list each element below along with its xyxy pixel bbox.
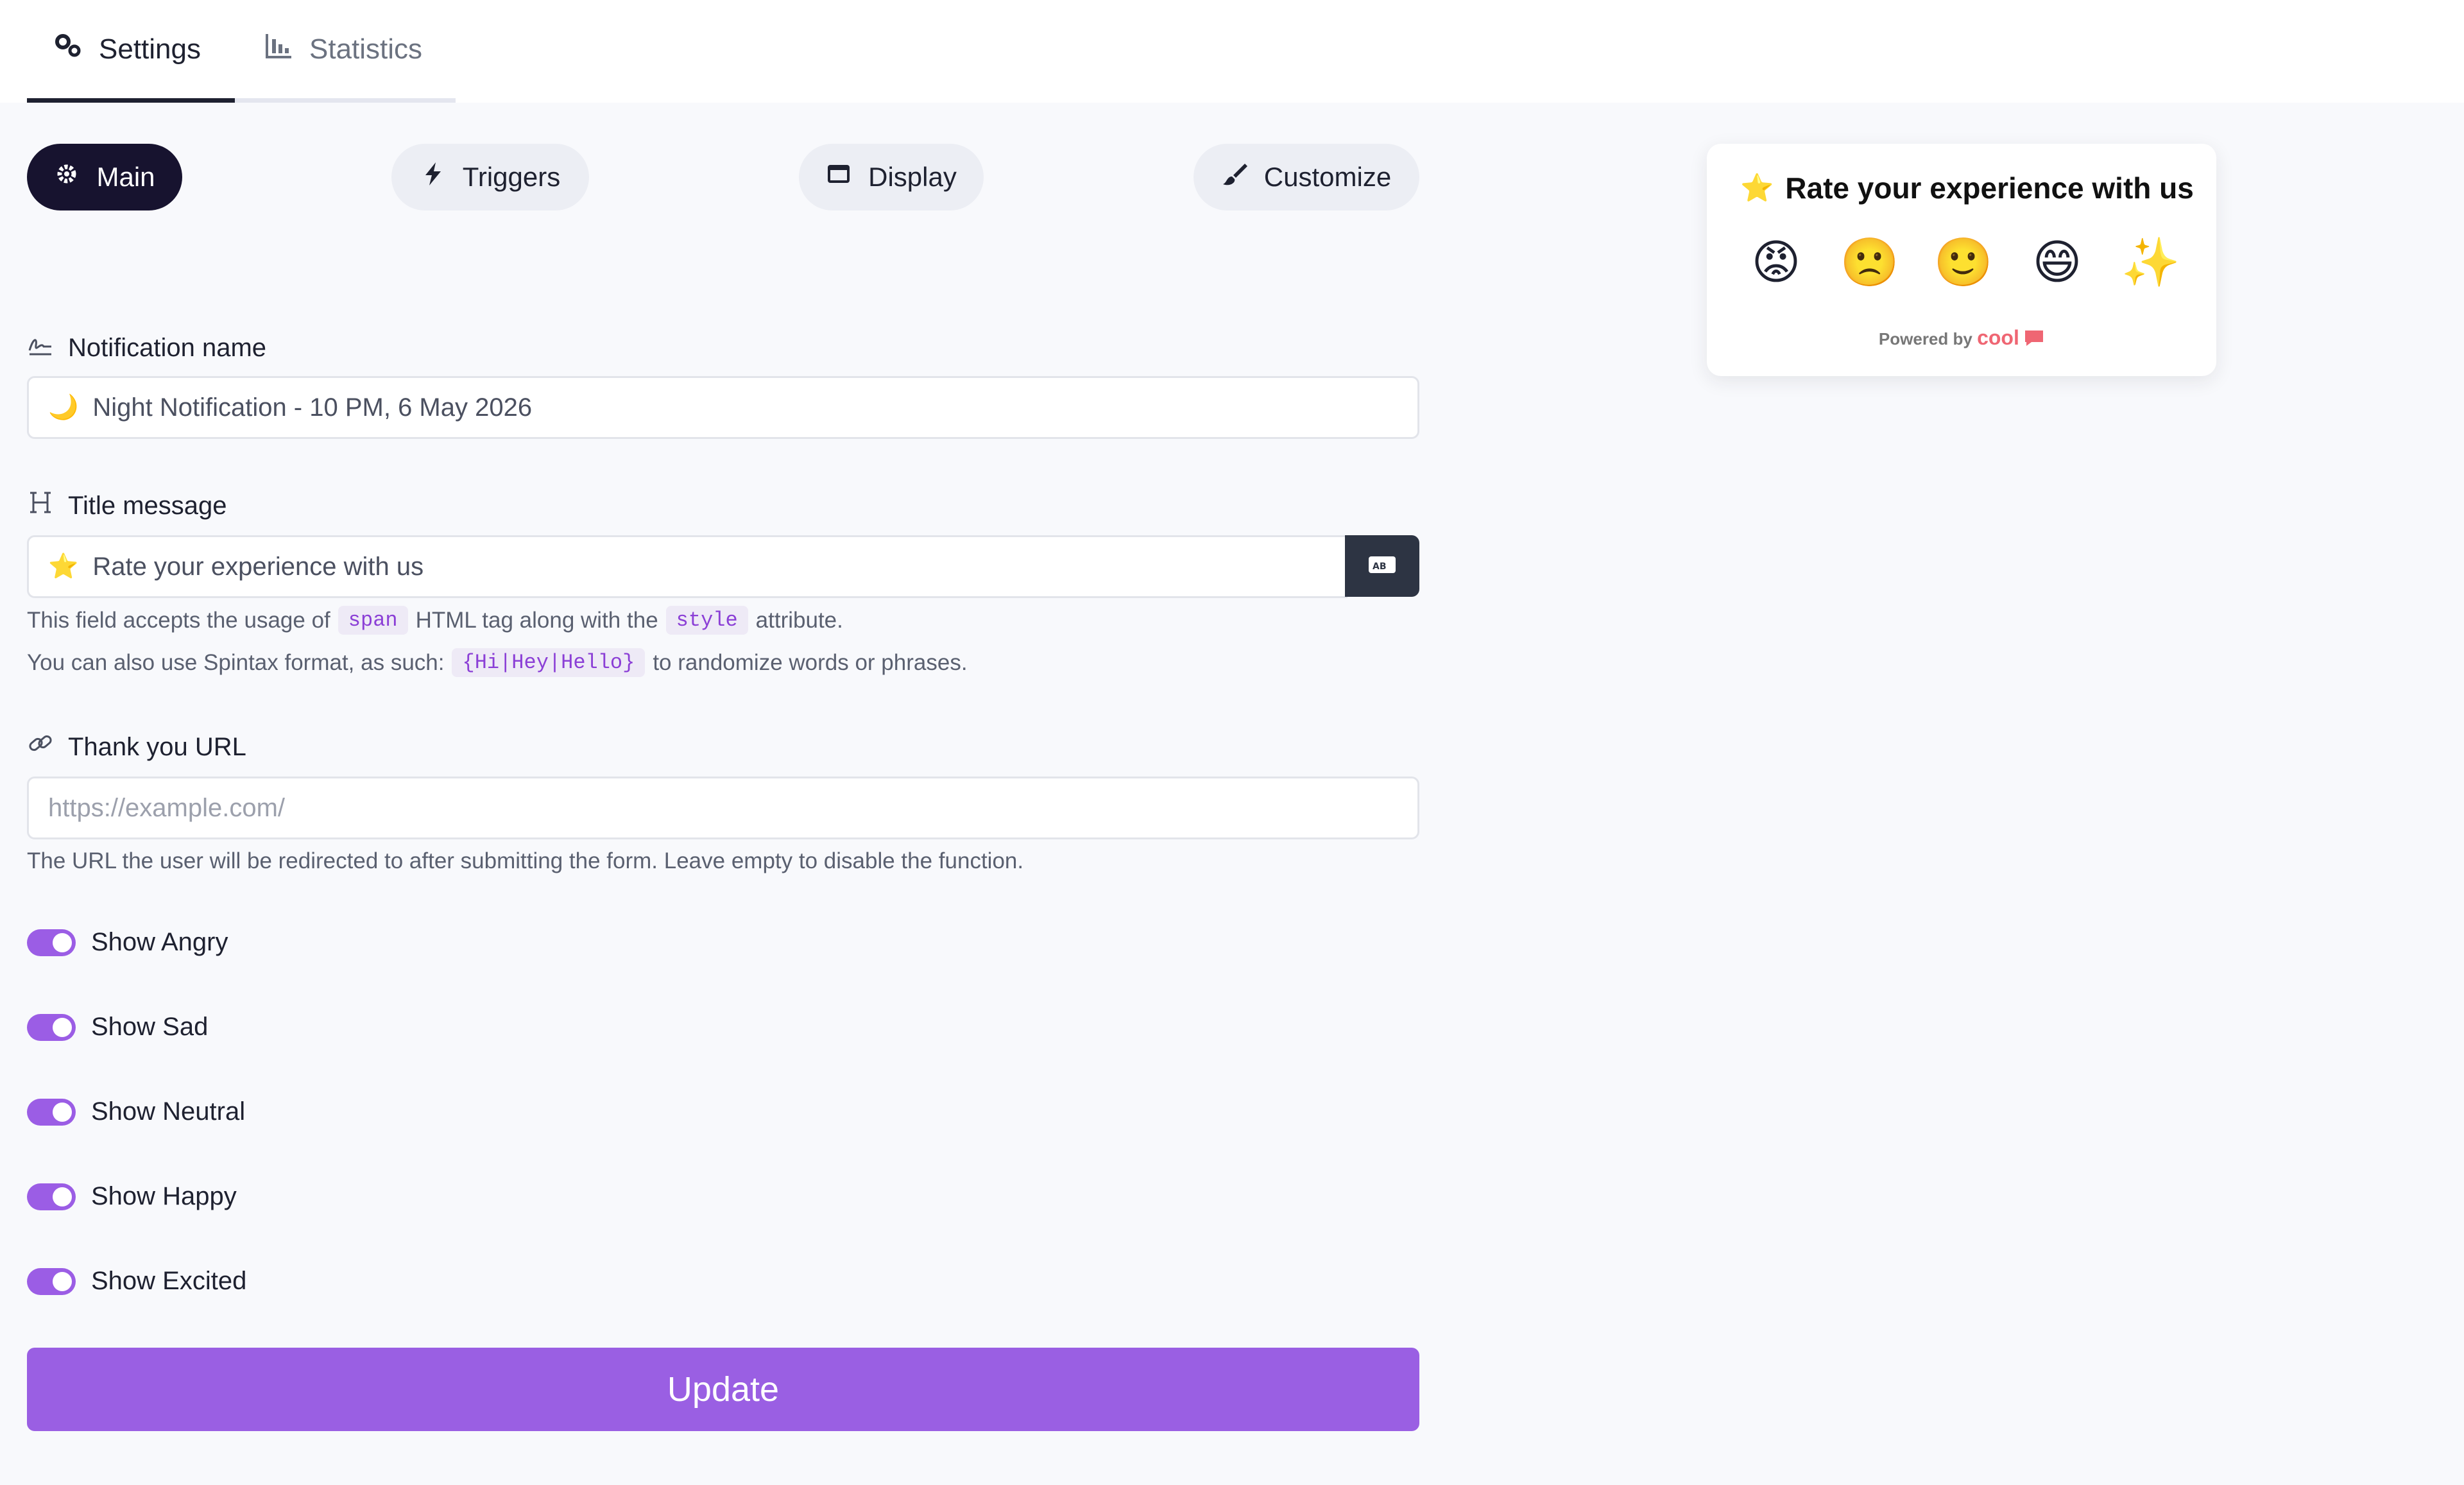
- excited-emoji-button[interactable]: ✨: [2120, 234, 2182, 291]
- thank-you-url-placeholder: https://example.com/: [48, 793, 286, 822]
- section-main-button[interactable]: Main: [27, 144, 182, 210]
- tab-settings[interactable]: Settings: [27, 0, 235, 103]
- toggle-show-angry-row: Show Angry: [27, 928, 228, 957]
- toggle-label: Show Sad: [91, 1013, 209, 1041]
- chat-bubble-icon: [2024, 329, 2044, 348]
- thank-you-url-label: Thank you URL: [27, 730, 246, 764]
- preview-title: ⭐ Rate your experience with us: [1740, 171, 2194, 205]
- gear-icon: [54, 161, 80, 193]
- toggle-knob: [53, 1102, 72, 1122]
- section-customize-button[interactable]: Customize: [1194, 144, 1419, 210]
- title-message-label: Title message: [27, 489, 227, 522]
- bolt-icon: [420, 161, 446, 193]
- section-triggers-button[interactable]: Triggers: [391, 144, 589, 210]
- title-message-value: Rate your experience with us: [92, 552, 424, 581]
- toggle-show-neutral[interactable]: [27, 1098, 76, 1126]
- section-display-label: Display: [868, 162, 957, 192]
- rating-widget-preview: ⭐ Rate your experience with us 😡 🙁 🙂 😄 ✨…: [1707, 144, 2216, 376]
- section-main-label: Main: [96, 162, 155, 192]
- toggle-label: Show Neutral: [91, 1097, 246, 1126]
- signature-icon: [27, 331, 54, 365]
- toggle-show-sad[interactable]: [27, 1013, 76, 1041]
- section-triggers-label: Triggers: [462, 162, 561, 192]
- neutral-emoji-button[interactable]: 🙂: [1933, 234, 1994, 291]
- toggle-label: Show Excited: [91, 1267, 247, 1295]
- notification-name-input[interactable]: 🌙 Night Notification - 10 PM, 6 May 2026: [27, 376, 1419, 439]
- title-help-2: You can also use Spintax format, as such…: [27, 648, 968, 677]
- thank-you-url-help: The URL the user will be redirected to a…: [27, 848, 1024, 873]
- link-icon: [27, 730, 54, 764]
- section-customize-label: Customize: [1263, 162, 1392, 192]
- toggle-show-excited-row: Show Excited: [27, 1267, 246, 1296]
- update-button[interactable]: Update: [27, 1348, 1419, 1431]
- powered-by-text: Powered by: [1878, 329, 1972, 348]
- toggle-show-excited[interactable]: [27, 1267, 76, 1295]
- toggle-knob: [53, 1187, 72, 1206]
- moon-emoji: 🌙: [48, 394, 79, 421]
- brand-logo: cool: [1977, 326, 2019, 349]
- window-icon: [826, 161, 851, 193]
- toggle-show-happy-row: Show Happy: [27, 1182, 237, 1211]
- toggle-knob: [53, 1017, 72, 1037]
- notification-name-label: Notification name: [27, 331, 266, 365]
- thank-you-url-input[interactable]: https://example.com/: [27, 777, 1419, 839]
- code-spintax: {Hi|Hey|Hello}: [452, 648, 646, 677]
- tab-settings-label: Settings: [99, 33, 201, 65]
- title-help-1: This field accepts the usage of span HTM…: [27, 606, 843, 635]
- toggle-show-sad-row: Show Sad: [27, 1013, 208, 1042]
- angry-emoji-button[interactable]: 😡: [1745, 234, 1807, 291]
- powered-by-footer[interactable]: Powered by cool: [1707, 326, 2216, 350]
- code-style: style: [665, 606, 748, 635]
- toggle-label: Show Angry: [91, 928, 228, 956]
- title-message-input[interactable]: ⭐ Rate your experience with us: [27, 535, 1348, 598]
- id-card-icon: AB: [1367, 554, 1397, 579]
- bar-chart-icon: [263, 30, 294, 68]
- gears-icon: [53, 30, 83, 68]
- toggle-show-angry[interactable]: [27, 929, 76, 956]
- code-span: span: [338, 606, 408, 635]
- toggle-show-happy[interactable]: [27, 1183, 76, 1210]
- toggle-show-neutral-row: Show Neutral: [27, 1097, 245, 1126]
- insert-variable-button[interactable]: AB: [1345, 535, 1419, 597]
- notification-name-value: Night Notification - 10 PM, 6 May 2026: [92, 393, 533, 422]
- tab-statistics[interactable]: Statistics: [235, 0, 456, 103]
- toggle-knob: [53, 1271, 72, 1291]
- svg-text:AB: AB: [1373, 562, 1387, 572]
- preview-title-text: Rate your experience with us: [1785, 171, 2194, 205]
- paintbrush-icon: [1222, 161, 1247, 193]
- star-emoji: ⭐: [48, 553, 79, 580]
- happy-emoji-button[interactable]: 😄: [2026, 234, 2088, 291]
- heading-icon: [27, 489, 54, 522]
- toggle-label: Show Happy: [91, 1182, 237, 1210]
- section-display-button[interactable]: Display: [799, 144, 984, 210]
- top-tab-bar: Settings Statistics: [0, 0, 2464, 103]
- emoji-rating-row: 😡 🙁 🙂 😄 ✨: [1745, 234, 2182, 291]
- toggle-knob: [53, 932, 72, 952]
- sad-emoji-button[interactable]: 🙁: [1839, 234, 1901, 291]
- star-emoji: ⭐: [1740, 172, 1774, 203]
- tab-statistics-label: Statistics: [309, 33, 423, 65]
